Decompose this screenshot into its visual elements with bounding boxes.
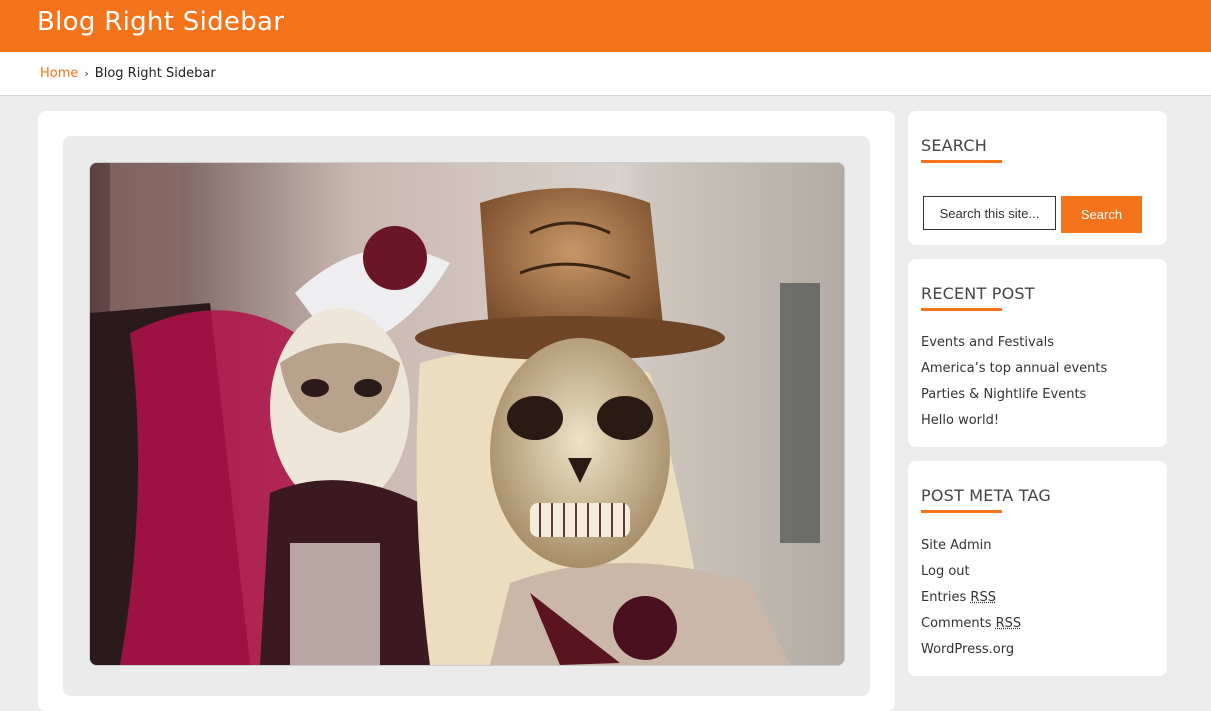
recent-post-link[interactable]: America’s top annual events <box>921 361 1107 376</box>
recent-post-link[interactable]: Parties & Nightlife Events <box>921 387 1086 402</box>
search-input[interactable] <box>923 196 1056 230</box>
search-widget: SEARCH Search <box>908 111 1167 245</box>
entries-rss-prefix: Entries <box>921 590 971 605</box>
wordpress-org-link[interactable]: WordPress.org <box>921 642 1014 657</box>
search-title-underline <box>921 160 1002 163</box>
search-widget-title: SEARCH <box>921 136 987 155</box>
main-content <box>38 111 895 711</box>
list-item: Entries RSS <box>921 589 1021 615</box>
list-item: Comments RSS <box>921 615 1021 641</box>
post-meta-widget: POST META TAG Site Admin Log out Entries… <box>908 461 1167 676</box>
list-item: America’s top annual events <box>921 360 1107 386</box>
comments-rss-link[interactable]: Comments RSS <box>921 616 1021 631</box>
list-item: Parties & Nightlife Events <box>921 386 1107 412</box>
site-admin-link[interactable]: Site Admin <box>921 538 992 553</box>
post-meta-title: POST META TAG <box>921 486 1051 505</box>
recent-post-link[interactable]: Hello world! <box>921 413 999 428</box>
page-title: Blog Right Sidebar <box>37 7 285 37</box>
breadcrumb-current: Blog Right Sidebar <box>94 66 216 81</box>
meta-links-list: Site Admin Log out Entries RSS Comments … <box>921 537 1021 667</box>
search-button[interactable]: Search <box>1061 196 1142 233</box>
breadcrumb-bar: Home › Blog Right Sidebar <box>0 52 1211 96</box>
list-item: Hello world! <box>921 412 1107 438</box>
log-out-link[interactable]: Log out <box>921 564 970 579</box>
comments-rss-prefix: Comments <box>921 616 996 631</box>
post-card <box>63 136 870 696</box>
breadcrumb: Home › Blog Right Sidebar <box>40 66 216 81</box>
carnival-masks-image <box>90 163 844 665</box>
list-item: Log out <box>921 563 1021 589</box>
meta-title-underline <box>921 510 1002 513</box>
recent-posts-list: Events and Festivals America’s top annua… <box>921 334 1107 438</box>
recent-title-underline <box>921 308 1002 311</box>
recent-post-link[interactable]: Events and Festivals <box>921 335 1054 350</box>
recent-posts-widget: RECENT POST Events and Festivals America… <box>908 259 1167 447</box>
entries-rss-link[interactable]: Entries RSS <box>921 590 996 605</box>
breadcrumb-separator-icon: › <box>84 67 89 80</box>
site-header: Blog Right Sidebar <box>0 0 1211 52</box>
list-item: WordPress.org <box>921 641 1021 667</box>
recent-posts-title: RECENT POST <box>921 284 1035 303</box>
post-featured-image[interactable] <box>89 162 845 666</box>
rss-abbr: RSS <box>970 590 996 605</box>
breadcrumb-home-link[interactable]: Home <box>40 66 78 81</box>
list-item: Events and Festivals <box>921 334 1107 360</box>
rss-abbr: RSS <box>995 616 1022 631</box>
list-item: Site Admin <box>921 537 1021 563</box>
